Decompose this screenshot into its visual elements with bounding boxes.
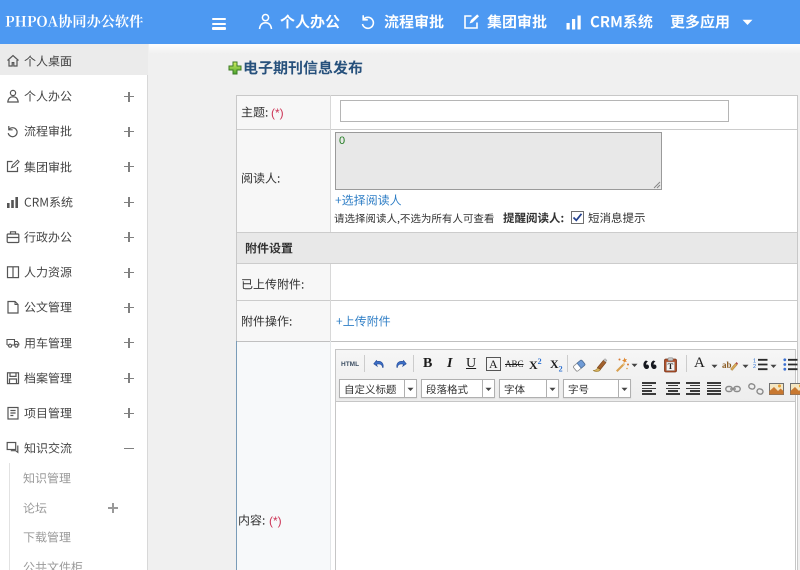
svg-text:T: T (668, 361, 674, 371)
svg-text:2: 2 (753, 364, 756, 370)
svg-text:ab: ab (722, 360, 732, 370)
